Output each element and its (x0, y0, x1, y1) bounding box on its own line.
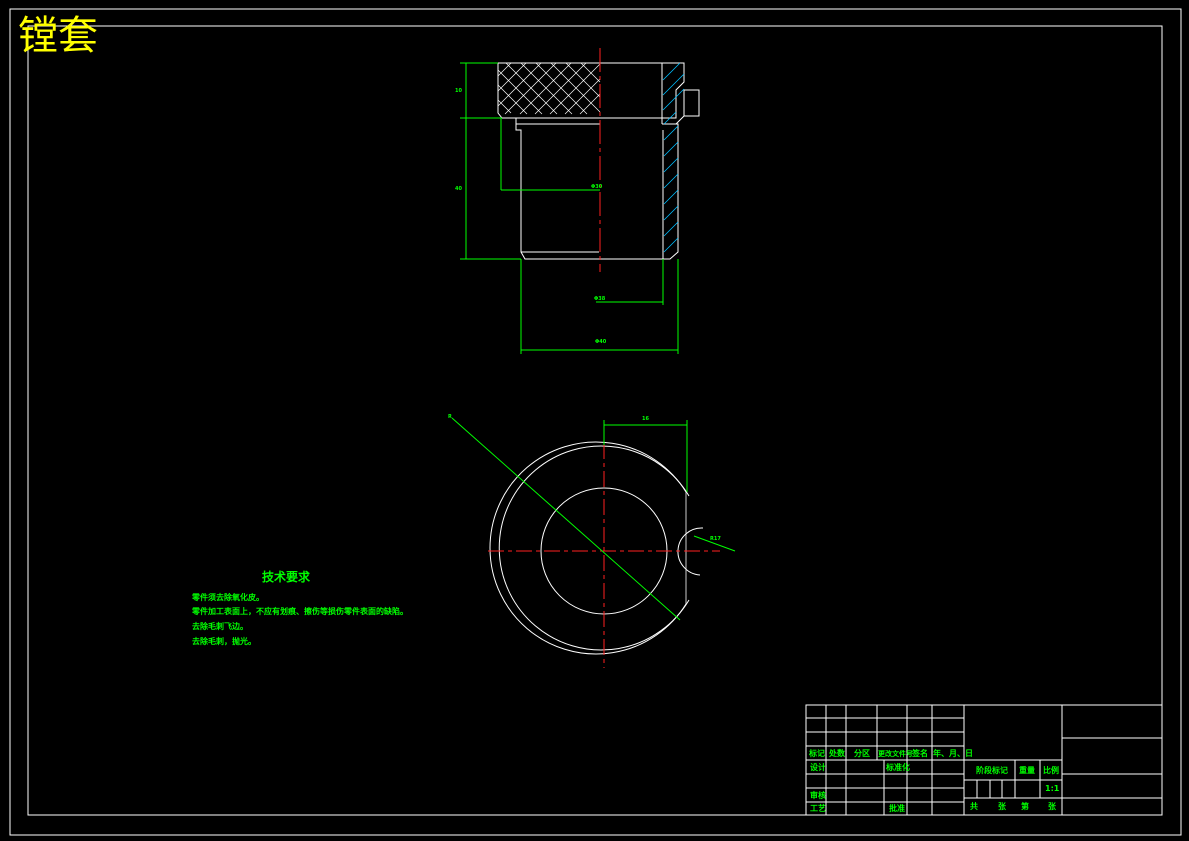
inner-border (27, 25, 1163, 816)
tb-doc-no: 更改文件号 (878, 750, 913, 758)
tb-standardize: 标准化 (886, 763, 910, 772)
tb-weight: 重量 (1019, 766, 1035, 775)
tech-req-line: 去除毛刺，抛光。 (192, 637, 256, 646)
dim-flat-offset: 16 (642, 416, 649, 422)
tb-scale: 比例 (1043, 766, 1059, 775)
tb-marks: 标记 (809, 749, 825, 758)
tb-total: 共 (970, 802, 978, 811)
top-view (489, 441, 704, 655)
tb-scale-value: 1:1 (1045, 784, 1060, 793)
tech-req-line: 零件加工表面上，不应有划痕、擦伤等损伤零件表面的缺陷。 (192, 607, 408, 616)
dim-notch: R17 (710, 536, 721, 542)
dim-outer-dia: Φ38 (594, 296, 606, 302)
tb-sheets: 张 (998, 802, 1006, 811)
tb-sheet2: 张 (1048, 802, 1056, 811)
tb-count: 处数 (829, 749, 845, 758)
tech-req-line: 零件须去除氧化皮。 (192, 593, 264, 602)
tb-page: 第 (1021, 802, 1029, 811)
tb-sign: 签名 (912, 749, 928, 758)
dim-height-body: 40 (455, 186, 462, 192)
tb-zone: 分区 (854, 749, 870, 758)
knurl-pattern (497, 62, 601, 115)
tech-req-line: 去除毛刺飞边。 (192, 622, 248, 631)
front-view (497, 62, 700, 260)
center-lines-top (488, 443, 720, 668)
outer-border (9, 8, 1182, 836)
tb-approve: 批准 (889, 804, 905, 813)
dim-inner-dia: Φ30 (591, 184, 603, 190)
front-dimensions (460, 62, 679, 354)
drawing-title: 镗套 (18, 13, 98, 59)
tb-stage-mark: 阶段标记 (976, 766, 1008, 775)
tb-date: 年、月、日 (933, 749, 973, 758)
tb-design: 设计 (810, 763, 826, 772)
title-block (805, 704, 1163, 816)
dim-total-dia: Φ40 (595, 339, 607, 345)
section-hatch (662, 62, 685, 253)
tb-process: 工艺 (810, 804, 826, 813)
tech-req-title: 技术要求 (262, 570, 311, 584)
drawing-canvas (9, 8, 1182, 836)
tb-review: 审核 (810, 791, 826, 800)
dim-height-top: 10 (455, 88, 462, 94)
dim-radius: R (448, 414, 452, 420)
